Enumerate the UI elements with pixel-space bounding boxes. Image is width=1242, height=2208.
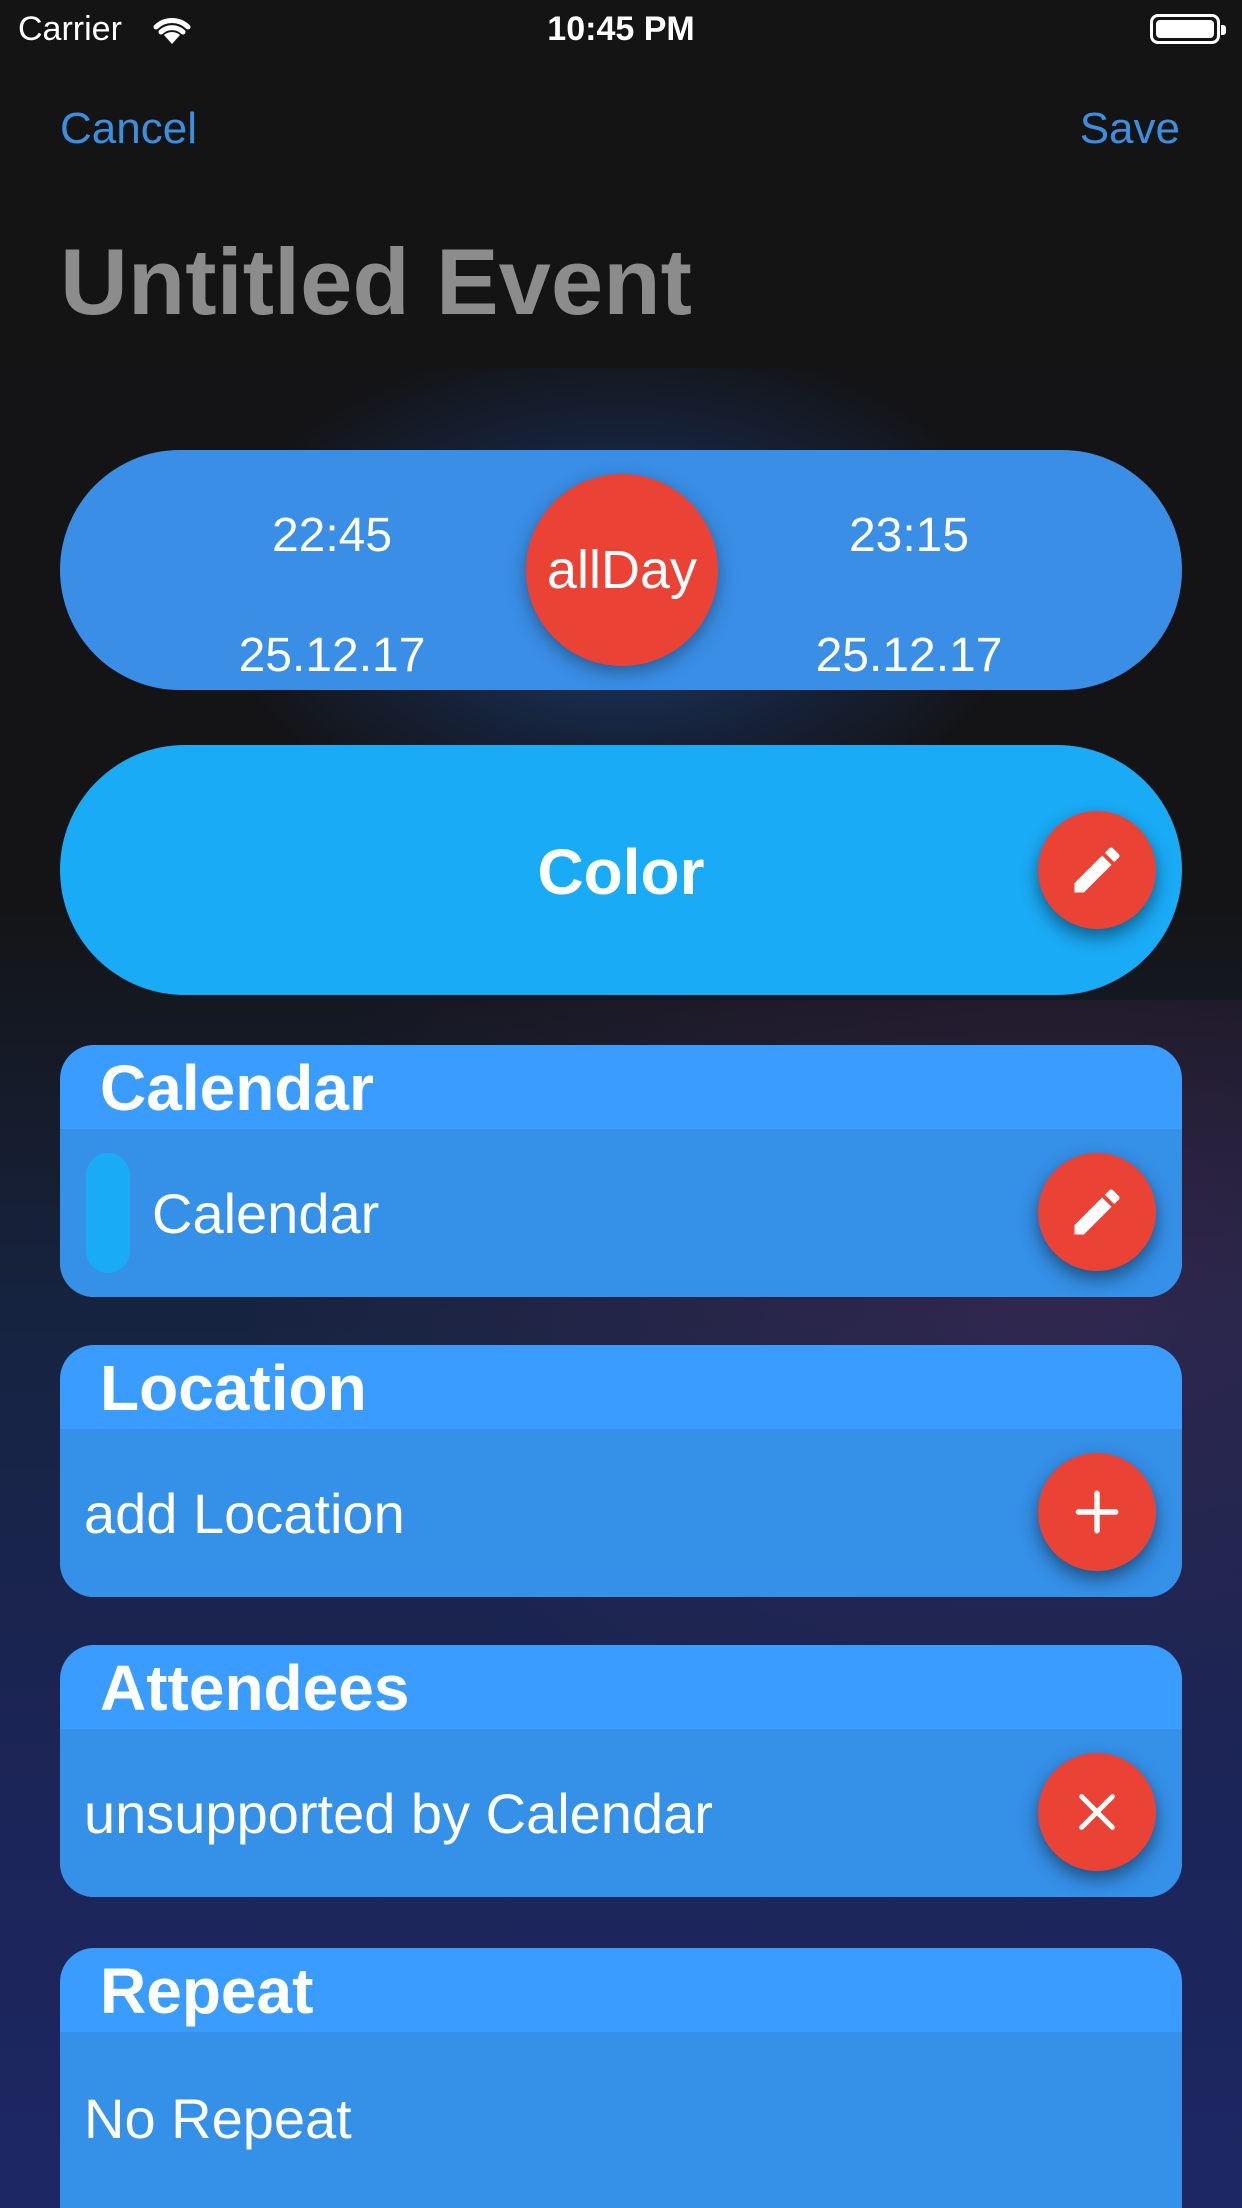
status-time: 10:45 PM — [547, 10, 695, 48]
calendar-header: Calendar — [100, 1052, 374, 1124]
close-icon — [1079, 1794, 1115, 1830]
edit-calendar-button[interactable] — [1038, 1153, 1156, 1271]
attendees-card: Attendees unsupported by Calendar — [60, 1645, 1182, 1897]
remove-attendees-button[interactable] — [1038, 1753, 1156, 1871]
cancel-button[interactable]: Cancel — [60, 104, 197, 154]
repeat-header: Repeat — [100, 1955, 314, 2027]
all-day-toggle[interactable]: allDay — [526, 474, 718, 666]
repeat-card: Repeat No Repeat — [60, 1948, 1182, 2208]
battery-icon — [1150, 14, 1226, 44]
location-row[interactable]: add Location — [60, 1429, 1182, 1597]
calendar-row[interactable]: Calendar — [60, 1129, 1182, 1297]
repeat-value: No Repeat — [84, 2087, 352, 2150]
start-date[interactable]: 25.12.17 — [182, 628, 482, 683]
status-bar: Carrier 10:45 PM — [0, 0, 1242, 62]
start-time[interactable]: 22:45 — [182, 508, 482, 563]
calendar-card: Calendar Calendar — [60, 1045, 1182, 1297]
save-button[interactable]: Save — [1080, 104, 1180, 154]
location-card: Location add Location — [60, 1345, 1182, 1597]
pencil-icon — [1074, 1189, 1120, 1235]
end-time[interactable]: 23:15 — [759, 508, 1059, 563]
time-range-selector: 22:45 25.12.17 23:15 25.12.17 allDay — [60, 450, 1182, 690]
edit-color-button[interactable] — [1038, 811, 1156, 929]
attendees-header: Attendees — [100, 1652, 410, 1724]
color-label: Color — [537, 836, 705, 908]
end-date[interactable]: 25.12.17 — [759, 628, 1059, 683]
calendar-value: Calendar — [152, 1182, 380, 1245]
pencil-icon — [1074, 847, 1120, 893]
location-header: Location — [100, 1352, 367, 1424]
attendees-row[interactable]: unsupported by Calendar — [60, 1729, 1182, 1897]
plus-icon — [1075, 1490, 1119, 1534]
repeat-row[interactable]: No Repeat — [60, 2032, 1182, 2208]
calendar-color-swatch — [86, 1153, 130, 1273]
color-selector[interactable]: Color — [60, 745, 1182, 995]
attendees-value: unsupported by Calendar — [84, 1782, 713, 1845]
add-location-button[interactable] — [1038, 1453, 1156, 1571]
event-title-input[interactable]: Untitled Event — [60, 228, 692, 336]
location-value: add Location — [84, 1482, 405, 1545]
